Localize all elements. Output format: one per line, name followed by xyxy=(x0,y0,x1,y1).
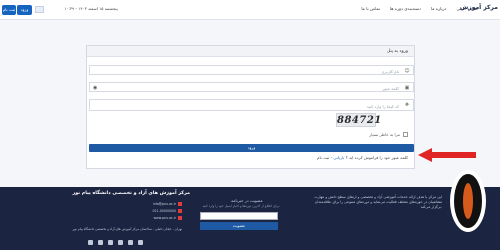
signup-link[interactable]: - ثبت نام xyxy=(317,155,333,160)
whatsapp-icon[interactable] xyxy=(138,240,143,245)
instagram-icon[interactable] xyxy=(98,240,103,245)
password-placeholder: کلمه عبور xyxy=(382,86,399,91)
footer-center-title: مرکز آموزش های آزاد و تخصصی دانشگاه پیام… xyxy=(72,191,190,196)
register-button[interactable]: ثبت نام xyxy=(2,5,16,15)
footer-address: تهران - خیابان اصلی - ساختمان مرکز آموزش… xyxy=(72,227,182,231)
remember-me[interactable]: مرا به خاطر بسپار xyxy=(369,132,408,137)
site-logo[interactable]: مرکز آموزش xyxy=(460,4,498,11)
phone-icon xyxy=(178,209,182,213)
red-arrow-icon xyxy=(418,148,476,162)
newsletter-title: عضویت در خبرنامه xyxy=(231,198,263,203)
footer-contact-phone[interactable]: 021-00000000 xyxy=(130,209,182,213)
remember-me-checkbox[interactable] xyxy=(403,132,408,137)
top-navigation-bar: ثبت نام ورود پنجشنبه ۱۵ اسفند ۱۴۰۳ - ۱۰:… xyxy=(0,0,500,20)
user-icon: ☺ xyxy=(404,68,410,74)
language-flag-icon[interactable] xyxy=(35,6,44,13)
remember-me-label: مرا به خاطر بسپار xyxy=(369,132,400,137)
newsletter-subscribe-button[interactable]: عضویت xyxy=(200,222,278,230)
globe-icon xyxy=(178,216,182,220)
email-icon xyxy=(178,202,182,206)
newsletter-email-input[interactable] xyxy=(200,212,278,220)
footer-contact-website[interactable]: www.pnu.ac.ir xyxy=(130,216,182,220)
username-field[interactable]: نام کاربری ☺ xyxy=(89,65,414,75)
menu-item-courses[interactable]: دسته‌بندی دوره ها xyxy=(390,6,421,11)
forgot-password-link[interactable]: بازیابی xyxy=(333,155,344,160)
captcha-icon: ❖ xyxy=(404,102,410,108)
footer-about-text: این مرکز با هدف ارائه خدمات آموزشی آزاد … xyxy=(314,195,442,209)
newsletter-description: برای اطلاع از آخرین دوره‌ها و اخبار ایمی… xyxy=(202,204,280,208)
captcha-image: 884721 xyxy=(336,113,382,127)
login-card-title: ورود به پنل xyxy=(386,49,408,54)
social-links xyxy=(88,240,143,245)
footer-logo-flame-icon xyxy=(463,183,473,219)
menu-item-about[interactable]: درباره ما xyxy=(431,6,446,11)
login-card-header xyxy=(87,46,414,57)
forgot-password-line: کلمه عبور خود را فراموش کرده اید ؟ بازیا… xyxy=(317,155,408,160)
show-password-eye-icon[interactable]: ◉ xyxy=(93,85,97,91)
menu-item-contact[interactable]: تماس با ما xyxy=(361,6,380,11)
submit-login-button[interactable]: ورود xyxy=(89,144,414,152)
login-card: ورود به پنل نام کاربری ☺ ◉ کلمه عبور ▣ ک… xyxy=(86,45,415,169)
youtube-icon[interactable] xyxy=(128,240,133,245)
linkedin-icon[interactable] xyxy=(108,240,113,245)
lock-icon: ▣ xyxy=(404,85,410,91)
footer-contact-email[interactable]: info@pnu.ac.ir xyxy=(130,202,182,206)
twitter-icon[interactable] xyxy=(118,240,123,245)
password-field[interactable]: ◉ کلمه عبور ▣ xyxy=(89,82,414,92)
telegram-icon[interactable] xyxy=(88,240,93,245)
login-button[interactable]: ورود xyxy=(17,5,32,15)
username-placeholder: نام کاربری xyxy=(381,69,399,74)
date-time-label: پنجشنبه ۱۵ اسفند ۱۴۰۳ - ۱۰:۳۹ xyxy=(64,6,118,11)
captcha-input[interactable]: کد کپچا را وارد کنید ❖ xyxy=(89,99,414,111)
forgot-password-text: کلمه عبور خود را فراموش کرده اید ؟ xyxy=(344,155,408,160)
captcha-placeholder: کد کپچا را وارد کنید xyxy=(366,104,399,109)
